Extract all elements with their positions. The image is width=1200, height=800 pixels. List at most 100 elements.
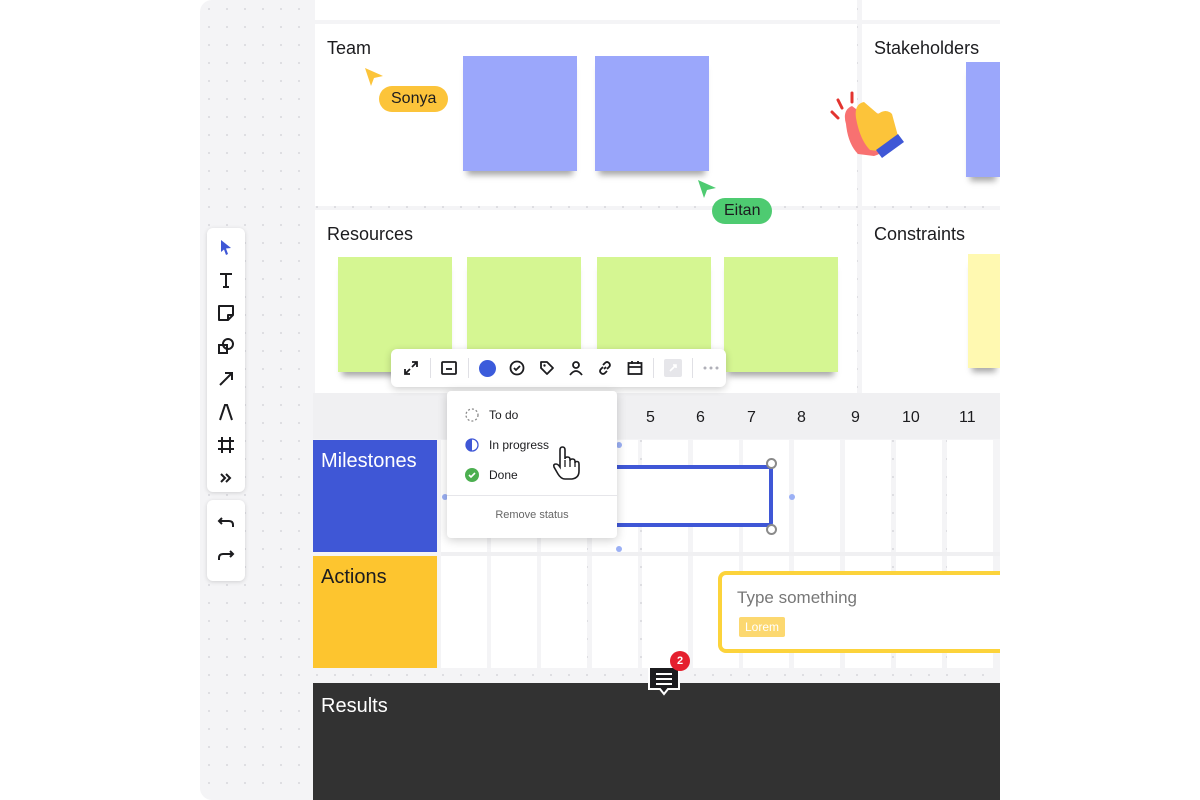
- timeline-column-number: 8: [797, 409, 806, 426]
- card-view-button[interactable]: [437, 354, 462, 382]
- undo-icon: [217, 516, 234, 527]
- tag-icon: [539, 361, 554, 375]
- undo-button[interactable]: [207, 505, 245, 538]
- link-icon: [599, 361, 612, 375]
- timeline-column-number: 10: [902, 409, 920, 426]
- expand-button[interactable]: [398, 354, 423, 382]
- redo-icon: [218, 549, 235, 560]
- done-status-icon: [465, 468, 479, 482]
- resize-handle[interactable]: [766, 524, 777, 535]
- history-toolbar: [207, 500, 245, 581]
- status-button[interactable]: [504, 354, 529, 382]
- row-label-results: Results: [321, 695, 388, 717]
- sticky-note[interactable]: [463, 56, 577, 171]
- expand-icon: [404, 361, 419, 375]
- cursor-label-eitan: Eitan: [712, 198, 773, 224]
- more-tools-icon: [220, 472, 232, 483]
- pen-tool[interactable]: [207, 395, 245, 428]
- timeline-column-number: 6: [696, 409, 705, 426]
- assignee-button[interactable]: [563, 354, 588, 382]
- sticky-note[interactable]: [595, 56, 709, 171]
- remove-status-button[interactable]: Remove status: [447, 509, 617, 521]
- resize-handle[interactable]: [766, 458, 777, 469]
- frame-top-left: [315, 0, 857, 20]
- context-toolbar: [391, 349, 726, 387]
- more-tools-button[interactable]: [207, 461, 245, 494]
- assignee-icon: [569, 361, 583, 376]
- status-option-done[interactable]: Done: [465, 468, 518, 482]
- status-icon: [509, 360, 525, 376]
- frame-team[interactable]: Team: [315, 24, 857, 206]
- pen-icon: [219, 403, 233, 420]
- comment-count-badge: 2: [670, 651, 690, 671]
- disabled-button: [660, 354, 685, 382]
- frame-icon: [218, 436, 234, 453]
- toolbar-separator: [653, 358, 655, 378]
- frame-title-team: Team: [327, 38, 372, 58]
- shapes-icon: [218, 337, 234, 354]
- sticky-note[interactable]: [968, 254, 1000, 368]
- cursor-label-sonya: Sonya: [379, 86, 449, 112]
- in-progress-status-icon: [465, 438, 479, 452]
- timeline-column-number: 5: [646, 409, 655, 426]
- sticky-note-icon: [218, 304, 234, 321]
- board-canvas[interactable]: Team Stakeholders Resources Constraints …: [200, 0, 1000, 800]
- timeline-column-number: 9: [851, 409, 860, 426]
- frame-tool[interactable]: [207, 428, 245, 461]
- sticky-note-tool[interactable]: [207, 296, 245, 329]
- color-swatch: [479, 359, 497, 377]
- redo-button[interactable]: [207, 538, 245, 571]
- status-dropdown: To do In progress Done Remove status: [447, 391, 617, 538]
- card-icon: [441, 361, 458, 375]
- card-placeholder[interactable]: Type something: [737, 588, 857, 608]
- status-option-label: Done: [489, 468, 518, 482]
- status-option-todo[interactable]: To do: [465, 408, 518, 422]
- text-icon: [220, 272, 232, 288]
- arrow-tool[interactable]: [207, 362, 245, 395]
- selection-dot[interactable]: [616, 546, 622, 552]
- select-icon: [221, 239, 231, 255]
- selection-dot[interactable]: [789, 494, 795, 500]
- sticky-note[interactable]: [966, 62, 1000, 177]
- frame-title-constraints: Constraints: [874, 224, 966, 244]
- clapping-hands-icon: [830, 91, 904, 158]
- shapes-tool[interactable]: [207, 329, 245, 362]
- comment-button[interactable]: 2: [646, 651, 690, 699]
- timeline-header: 5 6 7 8 9 10 11: [313, 393, 1000, 439]
- card-tag[interactable]: Lorem: [739, 617, 786, 637]
- status-option-label: In progress: [489, 438, 550, 452]
- color-button[interactable]: [475, 354, 500, 382]
- text-tool[interactable]: [207, 263, 245, 296]
- cursor-arrow-icon: [365, 68, 383, 86]
- results-row[interactable]: Results: [313, 683, 1000, 800]
- hand-pointer-icon: [552, 446, 580, 480]
- toolbar-separator: [468, 358, 470, 378]
- timeline-column-number: 7: [747, 409, 756, 426]
- select-tool[interactable]: [207, 230, 245, 263]
- row-label-milestones[interactable]: Milestones: [313, 440, 437, 552]
- date-button[interactable]: [622, 354, 647, 382]
- disabled-icon: [663, 359, 682, 377]
- frame-top-right: [862, 0, 1000, 20]
- status-option-label: To do: [489, 408, 519, 422]
- toolbar-separator: [429, 358, 431, 378]
- row-label-actions[interactable]: Actions: [313, 556, 437, 668]
- timeline-column-number: 11: [959, 409, 976, 426]
- cursor-arrow-icon: [698, 180, 716, 198]
- link-button[interactable]: [593, 354, 618, 382]
- calendar-icon: [627, 361, 643, 375]
- more-button[interactable]: [699, 354, 724, 382]
- dropdown-divider: [447, 495, 617, 496]
- sticky-note[interactable]: [724, 257, 838, 372]
- status-option-in-progress[interactable]: In progress: [465, 438, 549, 452]
- tag-button[interactable]: [534, 354, 559, 382]
- todo-status-icon: [465, 408, 479, 422]
- row-divider: [441, 552, 1000, 556]
- more-icon: [703, 366, 719, 370]
- milestone-bar-selected[interactable]: [610, 465, 773, 527]
- toolbar-separator: [691, 358, 693, 378]
- arrow-icon: [219, 371, 233, 386]
- card-widget[interactable]: Type something Lorem: [718, 571, 1000, 653]
- creation-toolbar: [207, 228, 245, 492]
- frame-title-stakeholders: Stakeholders: [874, 38, 980, 58]
